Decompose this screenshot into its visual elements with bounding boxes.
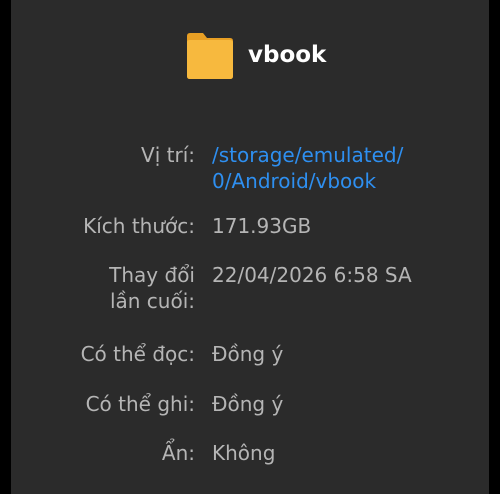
properties-dialog: vbook Vị trí: /storage/emulated/ 0/Andro…	[11, 0, 489, 494]
hidden-value: Không	[212, 441, 276, 465]
size-value: 171.93GB	[212, 214, 312, 238]
readable-value: Đồng ý	[212, 342, 284, 366]
hidden-label: Ẩn:	[161, 441, 195, 465]
location-label: Vị trí:	[141, 143, 195, 167]
readable-label: Có thể đọc:	[80, 342, 195, 366]
modified-value: 22/04/2026 6:58 SA	[212, 263, 412, 287]
location-path-line-1: /storage/emulated/	[212, 143, 404, 167]
modified-label-line-1: Thay đổi	[109, 263, 195, 287]
location-path-line-2: 0/Android/vbook	[212, 169, 377, 193]
writable-label: Có thể ghi:	[85, 392, 195, 416]
folder-icon	[185, 32, 235, 80]
modified-label: Thay đổi lần cuối:	[109, 262, 195, 314]
size-label: Kích thước:	[83, 214, 195, 238]
writable-value: Đồng ý	[212, 392, 284, 416]
modified-label-line-2: lần cuối:	[109, 289, 195, 313]
folder-name: vbook	[248, 42, 327, 68]
location-path[interactable]: /storage/emulated/ 0/Android/vbook	[212, 142, 403, 194]
